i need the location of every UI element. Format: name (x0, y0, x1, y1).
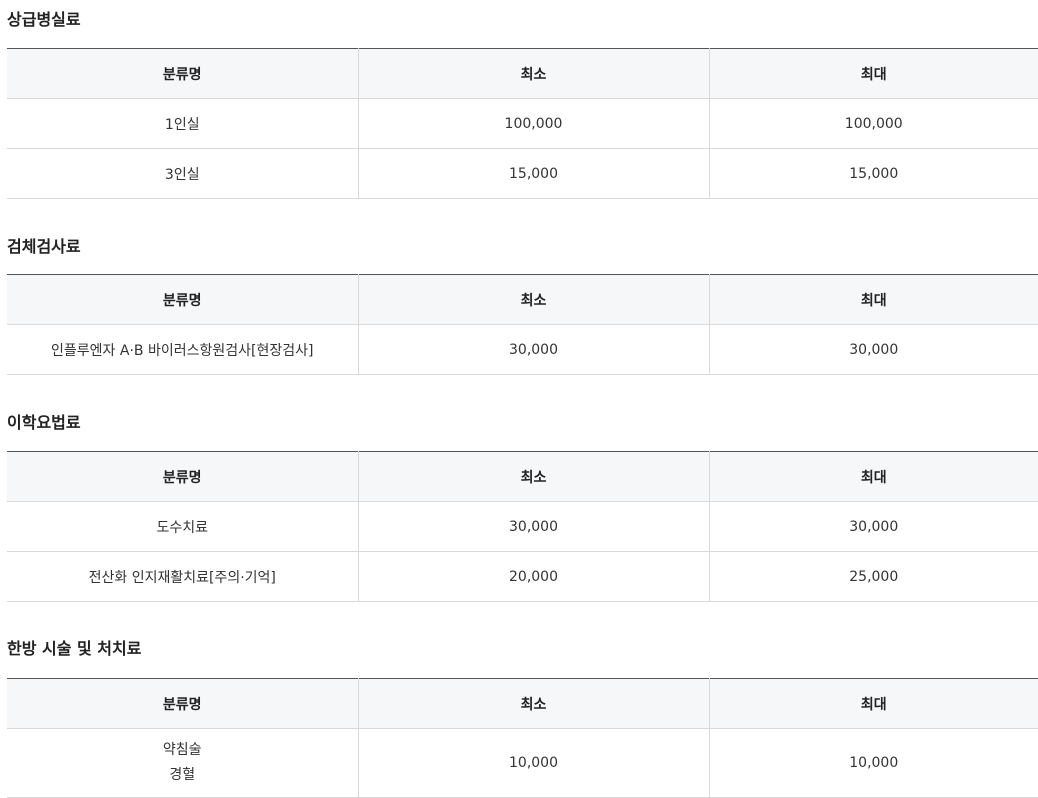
section-title: 상급병실료 (7, 10, 81, 29)
cell-min: 20,000 (357, 551, 709, 602)
table-header-row: 분류명 최소 최대 (7, 451, 1038, 502)
table-header-row: 분류명 최소 최대 (7, 274, 1038, 325)
cell-name-line: 경혈 (169, 767, 196, 783)
cell-max: 10,000 (708, 728, 1038, 798)
column-header-name: 분류명 (7, 274, 358, 325)
column-header-name: 분류명 (7, 678, 358, 729)
cell-name-line: 약침술 (162, 742, 202, 758)
table-row: 3인실 15,000 15,000 (7, 148, 1038, 199)
cell-min: 100,000 (357, 98, 709, 149)
column-header-max: 최대 (708, 451, 1038, 502)
column-header-max: 최대 (708, 274, 1038, 325)
fee-table: 분류명 최소 최대 1인실 100,000 100,000 3인실 15,000… (7, 48, 1038, 199)
cell-name: 약침술 경혈 (7, 728, 358, 798)
column-header-min: 최소 (357, 678, 709, 729)
column-header-max: 최대 (708, 678, 1038, 729)
cell-max: 25,000 (708, 551, 1038, 602)
table-row: 1인실 100,000 100,000 (7, 98, 1038, 149)
cell-name: 인플루엔자 A·B 바이러스항원검사[현장검사] (7, 324, 358, 375)
section-title: 검체검사료 (7, 237, 81, 256)
column-header-min: 최소 (357, 274, 709, 325)
cell-max: 100,000 (708, 98, 1038, 149)
table-row: 전산화 인지재활치료[주의·기억] 20,000 25,000 (7, 551, 1038, 602)
fee-table: 분류명 최소 최대 약침술 경혈 10,000 10,000 (7, 678, 1038, 798)
cell-min: 10,000 (357, 728, 709, 798)
column-header-name: 분류명 (7, 48, 358, 99)
section-title: 이학요법료 (7, 413, 81, 432)
cell-max: 30,000 (708, 324, 1038, 375)
column-header-min: 최소 (357, 451, 709, 502)
cell-name: 3인실 (7, 148, 358, 199)
fee-table: 분류명 최소 최대 도수치료 30,000 30,000 전산화 인지재활치료[… (7, 451, 1038, 602)
column-header-name: 분류명 (7, 451, 358, 502)
column-header-max: 최대 (708, 48, 1038, 99)
cell-name: 1인실 (7, 98, 358, 149)
table-header-row: 분류명 최소 최대 (7, 48, 1038, 99)
table-row: 인플루엔자 A·B 바이러스항원검사[현장검사] 30,000 30,000 (7, 324, 1038, 375)
cell-name: 도수치료 (7, 501, 358, 552)
table-row: 도수치료 30,000 30,000 (7, 501, 1038, 552)
cell-max: 30,000 (708, 501, 1038, 552)
fee-table: 분류명 최소 최대 인플루엔자 A·B 바이러스항원검사[현장검사] 30,00… (7, 274, 1038, 375)
cell-max: 15,000 (708, 148, 1038, 199)
section-title: 한방 시술 및 처치료 (7, 639, 142, 658)
cell-min: 15,000 (357, 148, 709, 199)
table-header-row: 분류명 최소 최대 (7, 678, 1038, 729)
cell-name: 전산화 인지재활치료[주의·기억] (7, 551, 358, 602)
cell-min: 30,000 (357, 324, 709, 375)
table-row: 약침술 경혈 10,000 10,000 (7, 728, 1038, 798)
column-header-min: 최소 (357, 48, 709, 99)
cell-min: 30,000 (357, 501, 709, 552)
